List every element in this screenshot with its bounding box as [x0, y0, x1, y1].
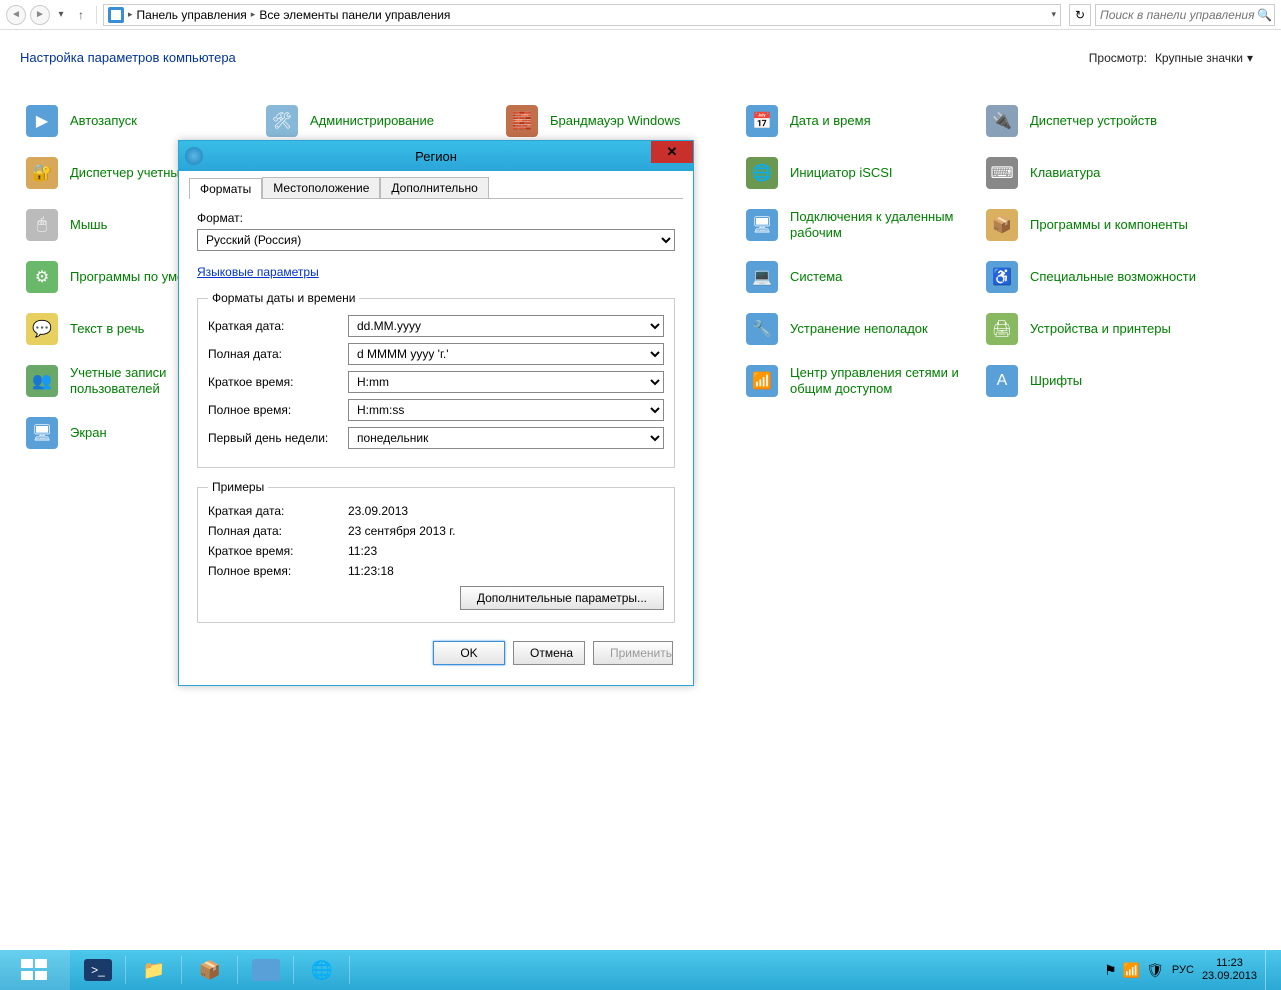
cp-item-device-manager[interactable]: 🔌Диспетчер устройств: [980, 95, 1220, 147]
view-value: Крупные значки: [1155, 51, 1243, 65]
search-icon: 🔍: [1257, 8, 1272, 22]
ex-long-time-value: 11:23:18: [348, 564, 394, 578]
examples-legend: Примеры: [208, 480, 268, 494]
ok-button[interactable]: OK: [433, 641, 505, 665]
short-date-label: Краткая дата:: [208, 319, 348, 333]
taskbar-item-powershell[interactable]: >_: [70, 950, 126, 990]
cp-item-ease-of-access[interactable]: ♿Специальные возможности: [980, 251, 1220, 303]
windows-logo-icon: [21, 959, 49, 981]
refresh-button[interactable]: ↻: [1069, 4, 1091, 26]
ex-short-time-value: 11:23: [348, 544, 377, 558]
long-time-select[interactable]: H:mm:ss: [348, 399, 664, 421]
tab-row: Форматы Местоположение Дополнительно: [189, 177, 683, 199]
ex-short-date-label: Краткая дата:: [208, 504, 348, 518]
address-path[interactable]: ▸ Панель управления ▸ Все элементы панел…: [103, 4, 1061, 26]
clock-date: 23.09.2013: [1202, 970, 1257, 983]
language-settings-link[interactable]: Языковые параметры: [197, 265, 319, 279]
taskbar-item-control-panel[interactable]: [238, 950, 294, 990]
format-select[interactable]: Русский (Россия): [197, 229, 675, 251]
first-day-label: Первый день недели:: [208, 431, 348, 445]
first-day-select[interactable]: понедельник: [348, 427, 664, 449]
taskbar: >_ 📁 📦 🌐 ⚑ 📶 🛡 РУС 11:23 23.09.2013: [0, 950, 1281, 990]
short-time-label: Краткое время:: [208, 375, 348, 389]
tab-formats[interactable]: Форматы: [189, 178, 262, 199]
control-panel-icon: [108, 7, 124, 23]
cp-item-iscsi[interactable]: 🌐Инициатор iSCSI: [740, 147, 980, 199]
short-time-select[interactable]: H:mm: [348, 371, 664, 393]
breadcrumb-segment[interactable]: Панель управления: [137, 8, 247, 22]
cp-item-remote-desktop[interactable]: 🖥Подключения к удаленным рабочим: [740, 199, 980, 251]
nav-history-dropdown[interactable]: ▾: [54, 8, 68, 22]
page-title: Настройка параметров компьютера: [20, 50, 236, 65]
tab-content: Формат: Русский (Россия) Языковые параме…: [189, 199, 683, 631]
cp-item-date-time[interactable]: 📅Дата и время: [740, 95, 980, 147]
start-button[interactable]: [0, 950, 70, 990]
date-formats-legend: Форматы даты и времени: [208, 291, 359, 305]
cp-item-system[interactable]: 💻Система: [740, 251, 980, 303]
search-input[interactable]: [1100, 8, 1257, 22]
chevron-down-icon[interactable]: ▾: [1051, 9, 1056, 20]
breadcrumb-segment[interactable]: Все элементы панели управления: [259, 8, 450, 22]
cp-item-network-center[interactable]: 📶Центр управления сетями и общим доступо…: [740, 355, 980, 407]
cp-item-devices-printers[interactable]: 🖨Устройства и принтеры: [980, 303, 1220, 355]
ex-long-date-value: 23 сентября 2013 г.: [348, 524, 456, 538]
system-tray: ⚑ 📶 🛡 РУС 11:23 23.09.2013: [1104, 950, 1281, 990]
region-dialog: Регион ✕ Форматы Местоположение Дополнит…: [178, 140, 694, 686]
chevron-right-icon: ▸: [128, 9, 133, 20]
view-label: Просмотр:: [1089, 51, 1147, 65]
ex-long-time-label: Полное время:: [208, 564, 348, 578]
date-formats-group: Форматы даты и времени Краткая дата:dd.M…: [197, 291, 675, 468]
tab-location[interactable]: Местоположение: [262, 177, 380, 198]
cancel-button[interactable]: Отмена: [513, 641, 585, 665]
tab-additional[interactable]: Дополнительно: [380, 177, 488, 198]
view-selector: Просмотр: Крупные значки ▾: [1089, 51, 1253, 65]
dialog-footer: OK Отмена Применить: [189, 631, 683, 675]
nav-back-button[interactable]: ◄: [6, 5, 26, 25]
show-desktop-button[interactable]: [1265, 950, 1275, 990]
clock-time: 11:23: [1202, 957, 1257, 970]
nav-forward-button[interactable]: ►: [30, 5, 50, 25]
language-indicator[interactable]: РУС: [1172, 964, 1194, 976]
cp-item-keyboard[interactable]: ⌨Клавиатура: [980, 147, 1220, 199]
examples-group: Примеры Краткая дата:23.09.2013 Полная д…: [197, 480, 675, 623]
clock[interactable]: 11:23 23.09.2013: [1202, 957, 1257, 983]
taskbar-item-explorer[interactable]: 📁: [126, 950, 182, 990]
format-label: Формат:: [197, 211, 675, 225]
advanced-settings-button[interactable]: Дополнительные параметры...: [460, 586, 664, 610]
long-date-label: Полная дата:: [208, 347, 348, 361]
ex-short-time-label: Краткое время:: [208, 544, 348, 558]
action-center-icon[interactable]: 🛡: [1146, 962, 1164, 979]
view-dropdown[interactable]: Крупные значки ▾: [1155, 51, 1253, 65]
long-date-select[interactable]: d MMMM yyyy 'г.': [348, 343, 664, 365]
dialog-title: Регион: [415, 149, 457, 164]
network-icon[interactable]: 📶: [1123, 962, 1140, 979]
short-date-select[interactable]: dd.MM.yyyy: [348, 315, 664, 337]
taskbar-item-box[interactable]: 📦: [182, 950, 238, 990]
long-time-label: Полное время:: [208, 403, 348, 417]
ex-long-date-label: Полная дата:: [208, 524, 348, 538]
content-header: Настройка параметров компьютера Просмотр…: [0, 30, 1281, 75]
flag-icon[interactable]: ⚑: [1104, 962, 1117, 979]
close-button[interactable]: ✕: [651, 141, 693, 163]
dialog-titlebar[interactable]: Регион ✕: [179, 141, 693, 171]
search-box[interactable]: 🔍: [1095, 4, 1275, 26]
chevron-down-icon: ▾: [1247, 51, 1253, 65]
nav-up-button[interactable]: ↑: [72, 6, 90, 24]
apply-button[interactable]: Применить: [593, 641, 673, 665]
taskbar-item-region[interactable]: 🌐: [294, 950, 350, 990]
cp-item-programs-features[interactable]: 📦Программы и компоненты: [980, 199, 1220, 251]
address-bar: ◄ ► ▾ ↑ ▸ Панель управления ▸ Все элемен…: [0, 0, 1281, 30]
cp-item-troubleshooting[interactable]: 🔧Устранение неполадок: [740, 303, 980, 355]
ex-short-date-value: 23.09.2013: [348, 504, 408, 518]
globe-icon: [185, 147, 203, 165]
chevron-right-icon: ▸: [251, 9, 256, 20]
cp-item-fonts[interactable]: AШрифты: [980, 355, 1220, 407]
separator: [96, 6, 97, 24]
